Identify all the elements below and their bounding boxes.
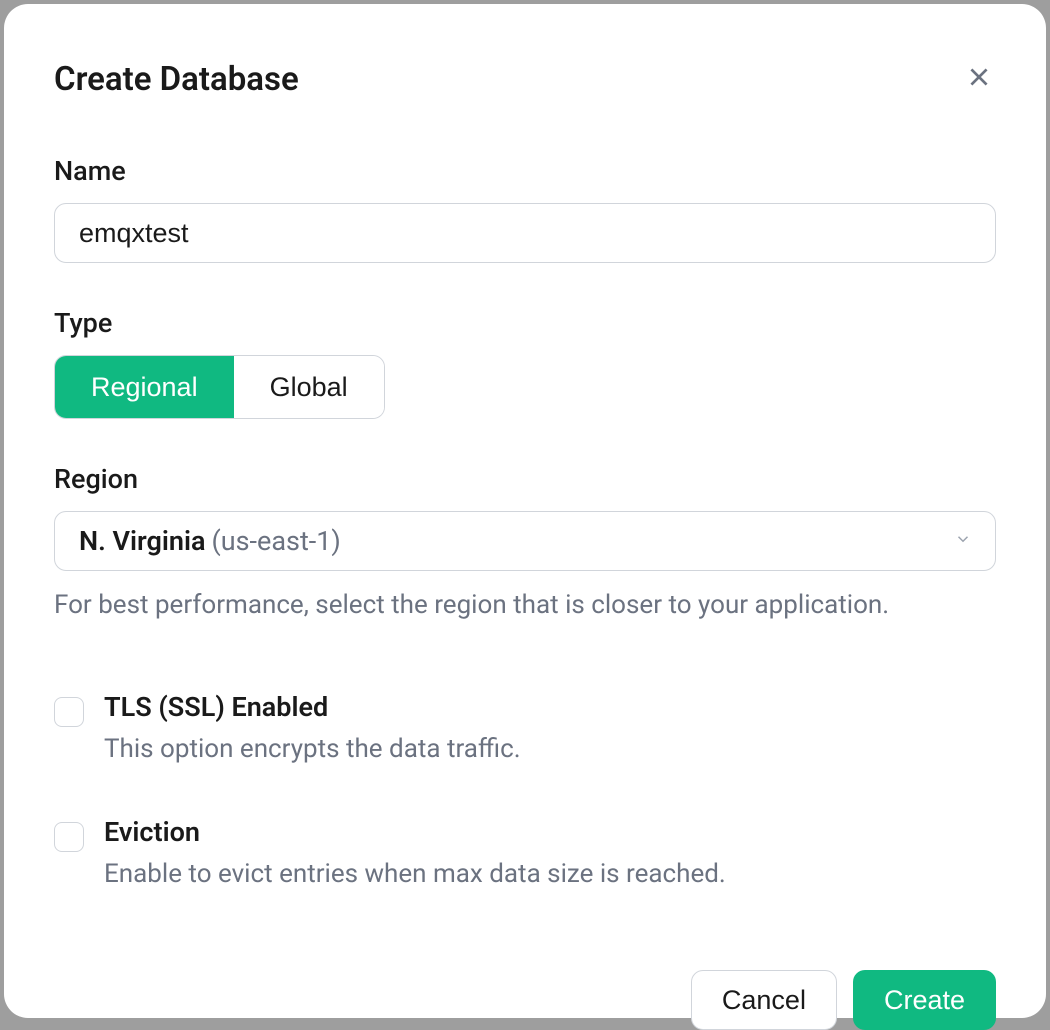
tls-text: TLS (SSL) Enabled This option encrypts t… <box>104 691 521 767</box>
tls-label[interactable]: TLS (SSL) Enabled <box>104 691 521 723</box>
region-selected-name: N. Virginia <box>79 525 205 557</box>
region-selected-code: (us-east-1) <box>211 525 340 557</box>
modal-title: Create Database <box>54 60 299 99</box>
modal-footer: Cancel Create <box>54 970 996 1030</box>
close-button[interactable] <box>962 60 996 97</box>
region-group: Region N. Virginia (us-east-1) For best … <box>54 463 996 623</box>
create-database-modal: Create Database Name Type Regional Globa… <box>4 4 1046 1018</box>
cancel-button[interactable]: Cancel <box>691 970 837 1030</box>
region-label: Region <box>54 463 996 495</box>
region-help-text: For best performance, select the region … <box>54 587 996 623</box>
type-option-global[interactable]: Global <box>234 356 384 418</box>
name-input[interactable] <box>54 203 996 263</box>
region-select-wrap: N. Virginia (us-east-1) <box>54 511 996 571</box>
type-option-regional[interactable]: Regional <box>55 356 234 418</box>
region-select[interactable]: N. Virginia (us-east-1) <box>54 511 996 571</box>
chevron-down-icon <box>954 530 972 552</box>
eviction-text: Eviction Enable to evict entries when ma… <box>104 816 726 892</box>
form-body: Name Type Regional Global Region N. Virg… <box>54 155 996 940</box>
eviction-checkbox[interactable] <box>54 822 84 852</box>
tls-checkbox[interactable] <box>54 697 84 727</box>
create-button[interactable]: Create <box>853 970 996 1030</box>
eviction-row: Eviction Enable to evict entries when ma… <box>54 816 996 892</box>
modal-header: Create Database <box>54 60 996 99</box>
name-group: Name <box>54 155 996 263</box>
eviction-label[interactable]: Eviction <box>104 816 726 848</box>
type-toggle: Regional Global <box>54 355 385 419</box>
tls-row: TLS (SSL) Enabled This option encrypts t… <box>54 691 996 767</box>
type-label: Type <box>54 307 996 339</box>
close-icon <box>966 64 992 93</box>
type-group: Type Regional Global <box>54 307 996 419</box>
name-label: Name <box>54 155 996 187</box>
tls-description: This option encrypts the data traffic. <box>104 731 521 767</box>
options-group: TLS (SSL) Enabled This option encrypts t… <box>54 691 996 892</box>
eviction-description: Enable to evict entries when max data si… <box>104 856 726 892</box>
